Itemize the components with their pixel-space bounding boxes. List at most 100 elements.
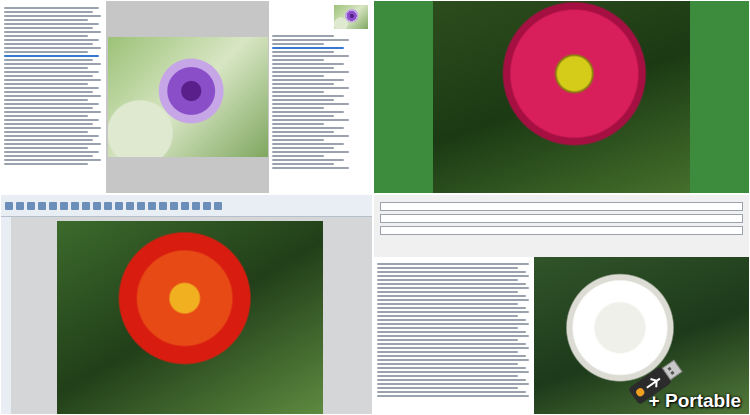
- tool-icon[interactable]: [126, 202, 134, 210]
- list-row[interactable]: [272, 115, 334, 117]
- list-row[interactable]: [272, 47, 344, 49]
- list-row[interactable]: [272, 39, 349, 41]
- list-row[interactable]: [377, 379, 526, 381]
- list-row[interactable]: [4, 15, 101, 17]
- list-row[interactable]: [377, 295, 526, 297]
- list-row[interactable]: [272, 75, 324, 77]
- list-row[interactable]: [272, 143, 344, 145]
- tool-icon[interactable]: [60, 202, 68, 210]
- tool-icon[interactable]: [82, 202, 90, 210]
- list-row[interactable]: [272, 99, 334, 101]
- list-row[interactable]: [4, 135, 99, 137]
- list-row[interactable]: [272, 147, 334, 149]
- list-row[interactable]: [272, 55, 349, 57]
- list-row[interactable]: [272, 107, 324, 109]
- text-field[interactable]: [380, 226, 743, 235]
- list-row[interactable]: [272, 167, 349, 169]
- tool-icon[interactable]: [181, 202, 189, 210]
- list-row[interactable]: [4, 83, 88, 85]
- file-list[interactable]: [1, 1, 106, 193]
- list-row[interactable]: [377, 351, 518, 353]
- list-row[interactable]: [4, 11, 93, 13]
- list-row[interactable]: [377, 363, 518, 365]
- list-row[interactable]: [377, 307, 526, 309]
- list-row[interactable]: [377, 359, 529, 361]
- list-row[interactable]: [4, 155, 93, 157]
- list-row[interactable]: [4, 67, 88, 69]
- list-row[interactable]: [272, 95, 344, 97]
- list-row[interactable]: [272, 67, 334, 69]
- tool-icon[interactable]: [93, 202, 101, 210]
- tool-icon[interactable]: [49, 202, 57, 210]
- list-row[interactable]: [377, 347, 529, 349]
- list-row[interactable]: [4, 59, 93, 61]
- list-row[interactable]: [272, 103, 349, 105]
- list-row[interactable]: [272, 59, 324, 61]
- list-row[interactable]: [4, 23, 99, 25]
- tool-icon[interactable]: [104, 202, 112, 210]
- file-table[interactable]: [374, 257, 534, 414]
- list-row[interactable]: [377, 271, 526, 273]
- list-row[interactable]: [4, 95, 101, 97]
- tool-icon[interactable]: [5, 202, 13, 210]
- list-row[interactable]: [377, 315, 518, 317]
- list-row[interactable]: [272, 87, 349, 89]
- list-row[interactable]: [4, 159, 101, 161]
- list-row[interactable]: [272, 111, 344, 113]
- list-row[interactable]: [377, 355, 526, 357]
- list-row[interactable]: [377, 371, 529, 373]
- list-row[interactable]: [272, 79, 344, 81]
- list-row[interactable]: [4, 147, 88, 149]
- list-row[interactable]: [4, 151, 99, 153]
- list-row[interactable]: [377, 263, 529, 265]
- list-row[interactable]: [272, 51, 334, 53]
- list-row[interactable]: [4, 143, 101, 145]
- list-row[interactable]: [377, 375, 518, 377]
- list-row[interactable]: [4, 75, 93, 77]
- list-row[interactable]: [4, 163, 88, 165]
- list-row[interactable]: [272, 83, 334, 85]
- list-row[interactable]: [4, 91, 93, 93]
- tool-icon[interactable]: [214, 202, 222, 210]
- list-row[interactable]: [377, 391, 526, 393]
- list-row[interactable]: [272, 91, 324, 93]
- tool-icon[interactable]: [115, 202, 123, 210]
- list-row[interactable]: [377, 327, 518, 329]
- list-row[interactable]: [4, 119, 99, 121]
- list-row[interactable]: [377, 299, 529, 301]
- tool-icon[interactable]: [192, 202, 200, 210]
- list-row[interactable]: [4, 19, 88, 21]
- list-row[interactable]: [4, 55, 99, 57]
- list-row[interactable]: [377, 367, 526, 369]
- list-row[interactable]: [272, 155, 324, 157]
- list-row[interactable]: [377, 275, 529, 277]
- tool-icon[interactable]: [16, 202, 24, 210]
- list-row[interactable]: [377, 291, 518, 293]
- list-row[interactable]: [4, 123, 93, 125]
- list-row[interactable]: [272, 63, 344, 65]
- list-row[interactable]: [377, 387, 518, 389]
- list-row[interactable]: [4, 115, 88, 117]
- list-row[interactable]: [377, 383, 529, 385]
- list-row[interactable]: [272, 35, 334, 37]
- list-row[interactable]: [377, 283, 526, 285]
- list-row[interactable]: [377, 311, 529, 313]
- list-row[interactable]: [377, 323, 529, 325]
- list-row[interactable]: [377, 267, 518, 269]
- list-row[interactable]: [272, 163, 334, 165]
- list-row[interactable]: [377, 303, 518, 305]
- list-row[interactable]: [4, 7, 99, 9]
- list-row[interactable]: [4, 139, 93, 141]
- list-row[interactable]: [4, 27, 93, 29]
- list-row[interactable]: [4, 31, 101, 33]
- list-row[interactable]: [272, 139, 324, 141]
- list-row[interactable]: [4, 103, 99, 105]
- tool-icon[interactable]: [203, 202, 211, 210]
- list-row[interactable]: [4, 107, 93, 109]
- list-row[interactable]: [272, 159, 344, 161]
- text-field[interactable]: [380, 214, 743, 223]
- list-row[interactable]: [272, 151, 349, 153]
- list-row[interactable]: [272, 135, 349, 137]
- list-row[interactable]: [377, 279, 518, 281]
- tool-icon[interactable]: [148, 202, 156, 210]
